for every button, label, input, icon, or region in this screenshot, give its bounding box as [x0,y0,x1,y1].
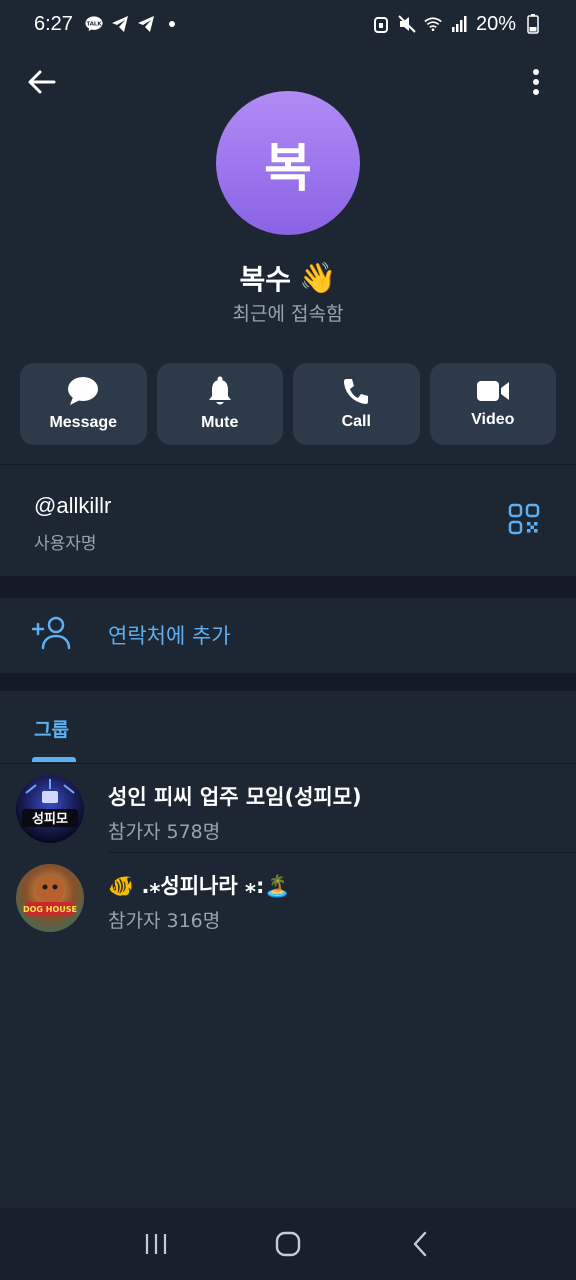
video-button[interactable]: Video [429,363,556,445]
alarm-icon [372,15,390,33]
shared-media-section: 그룹 성피모 성인 피씨 업주 모임(성피모) 참가자 578명 DOG HOU… [0,691,576,1208]
recent-apps-icon [145,1234,167,1254]
group-name: 🐠 .⁎성피나라 ⁎:🏝️ [108,874,291,898]
chevron-left-icon [413,1231,427,1257]
info-section: @allkillr 사용자명 [0,464,576,576]
telegram-icon [137,15,155,33]
svg-text:TALK: TALK [86,21,102,27]
video-label: Video [471,411,515,428]
emoji-status-icon[interactable]: 👋 [299,261,336,296]
username-value[interactable]: @allkillr [34,493,111,519]
telegram-icon [111,15,129,33]
username-label: 사용자명 [34,534,97,554]
system-navigation-bar [0,1208,576,1280]
message-label: Message [49,414,118,431]
add-contact-label: 연락처에 추가 [108,624,231,648]
group-avatar-text: DOG HOUSE [23,905,77,914]
arrow-left-icon [28,70,56,94]
add-user-icon [32,616,71,650]
add-contact-row[interactable]: 연락처에 추가 [0,598,576,673]
call-label: Call [341,413,371,430]
notification-icons: TALK [85,15,175,33]
back-nav-button[interactable] [400,1224,440,1264]
wifi-icon [424,15,442,33]
section-divider [0,576,576,598]
tab-indicator [32,757,76,762]
group-avatar: DOG HOUSE [16,864,84,932]
battery-icon [524,14,542,34]
row-divider [108,852,576,853]
group-name: 성인 피씨 업주 모임(성피모) [108,785,362,809]
profile-name-row: 복수 👋 [0,258,576,298]
more-options-button[interactable] [518,64,554,100]
clock: 6:27 [34,12,73,35]
profile-actions: Message Mute Call Video [20,363,556,445]
system-icons: 20% [372,13,542,36]
last-seen-status: 최근에 접속함 [232,303,344,325]
battery-percent: 20% [475,12,516,35]
profile-name: 복수 [239,263,292,296]
mute-icon [398,15,416,33]
group-list-item[interactable]: DOG HOUSE 🐠 .⁎성피나라 ⁎:🏝️ 참가자 316명 [0,854,576,942]
message-button[interactable]: Message [20,363,147,445]
bell-icon [208,376,231,405]
recent-apps-button[interactable] [136,1224,176,1264]
group-member-count: 참가자 316명 [108,910,221,932]
mute-label: Mute [201,414,239,431]
call-button[interactable]: Call [293,363,420,445]
signal-icon [450,15,468,33]
video-icon [476,381,509,401]
talk-icon: TALK [85,15,103,33]
more-notifications-icon [168,21,175,27]
more-vertical-icon [533,69,539,95]
home-button[interactable] [268,1224,308,1264]
status-bar: 6:27 TALK 20% [0,0,576,48]
mute-button[interactable]: Mute [156,363,283,445]
phone-icon [344,379,369,404]
tab-groups[interactable]: 그룹 [34,715,69,742]
group-avatar: 성피모 [16,775,84,843]
tab-divider [0,763,576,764]
group-avatar-text: 성피모 [32,812,68,827]
group-list-item[interactable]: 성피모 성인 피씨 업주 모임(성피모) 참가자 578명 [0,765,576,853]
message-icon [68,377,99,405]
group-member-count: 참가자 578명 [108,821,221,843]
qr-code-button[interactable] [508,503,540,535]
profile-avatar[interactable]: 복 [216,91,360,235]
section-divider [0,673,576,691]
back-button[interactable] [24,64,60,100]
home-icon [275,1231,301,1257]
qr-code-icon [508,503,540,535]
